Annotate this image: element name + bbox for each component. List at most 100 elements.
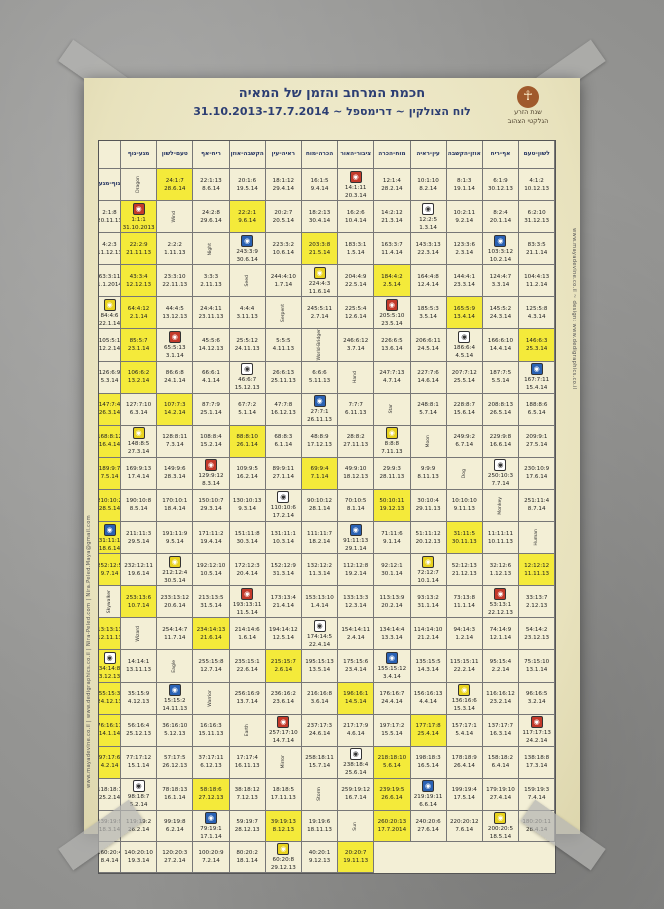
kin-number: 72:12:7 [417, 569, 439, 576]
day-cell: 191:11:9 9.5.14 [157, 522, 194, 555]
date-value: 21.6.14 [200, 634, 222, 641]
day-cell: 100:20:9 7.2.14 [193, 841, 230, 873]
glyph-icon: ◉ [241, 587, 254, 600]
kin-number: 245:5:11 [306, 305, 333, 312]
date-value: 3.6.14 [310, 699, 329, 706]
day-cell: 138:18:8 17.3.14 [519, 746, 556, 779]
day-cell: 95:15:4 2.2.14 [482, 650, 520, 683]
kin-number: 96:16:5 [525, 691, 548, 698]
date-value: 10.7.14 [127, 602, 150, 609]
day-cell: 230:10:9 17.6.14 [519, 457, 556, 490]
kin-number: 44:4:5 [165, 305, 184, 312]
date-value: 24.5.14 [417, 346, 439, 353]
day-cell: 227:7:6 14.6.14 [410, 361, 447, 394]
kin-number: 12:12:12 [524, 562, 550, 569]
day-cell: 235:15:1 22.6.14 [229, 650, 266, 683]
date-value: 14.12.13 [198, 346, 224, 353]
kin-number: 4:2:3 [102, 241, 117, 248]
day-cell: 16:2:6 10.4.14 [338, 201, 375, 234]
day-cell: ◉ 219:19:11 6.6.14 [410, 778, 447, 811]
date-value: 16.3.14 [489, 731, 512, 738]
day-cell: ◉ 1:1:1 31.10.2013 [121, 201, 158, 234]
date-value: 20.2.14 [381, 602, 403, 609]
date-value: 6.4.14 [491, 763, 510, 770]
date-value: 2.2.14 [491, 666, 510, 673]
kin-number: 66:6:1 [201, 370, 220, 377]
day-cell: ◉ 250:10:3 7.7.14 [482, 457, 520, 490]
date-value: 15.2.14 [200, 442, 222, 449]
day-cell: 51:11:12 20.12.13 [410, 522, 447, 555]
date-value: 23.1.14 [127, 346, 150, 353]
row-label-text: Earth [244, 723, 250, 737]
kin-number: 250:10:3 [487, 473, 514, 480]
day-cell: ◉ 205:5:10 23.5.14 [374, 297, 411, 330]
kin-number: 130:10:13 [232, 498, 262, 505]
day-cell: 187:7:5 5.5.14 [482, 361, 520, 394]
day-cell: 38:18:12 7.12.13 [229, 778, 266, 811]
day-cell: 19:19:6 18.11.13 [301, 810, 339, 842]
kin-number: 213:13:5 [198, 594, 224, 601]
day-cell: 216:16:8 3.6.14 [301, 682, 339, 715]
date-value: 23.6.14 [272, 699, 295, 706]
date-value: 10.4.14 [345, 217, 367, 224]
day-cell: 170:10:1 18.4.14 [157, 489, 194, 523]
date-value: 24.6.14 [308, 731, 331, 738]
day-cell: 215:15:7 2.6.14 [265, 650, 302, 683]
date-value: 20.12.13 [415, 538, 441, 545]
kin-number: 136:16:6 [451, 698, 477, 705]
date-value: 26.1.14 [236, 442, 258, 449]
kin-number: 48:8:9 [310, 434, 329, 441]
date-value: 1.7.14 [274, 281, 293, 288]
kin-number: 35:15:9 [127, 691, 150, 698]
day-cell: ◉ 84:4:6 22.1.14 [99, 297, 121, 330]
date-value: 19.1.14 [453, 185, 475, 192]
day-cell: 22:1:13 8.6.14 [193, 169, 230, 202]
kin-number: 7:7:7 [348, 402, 363, 409]
kin-number: 207:7:12 [451, 370, 477, 377]
date-value: 3.2.14 [527, 699, 546, 706]
day-cell: 211:11:3 29.5.14 [121, 522, 158, 555]
kin-number: 185:5:3 [417, 305, 439, 312]
date-value: 5.3.14 [100, 378, 119, 385]
kin-number: 29:9:3 [382, 466, 401, 473]
kin-number: 24:2:8 [201, 209, 220, 216]
kin-number: 191:11:9 [162, 530, 188, 537]
kin-number: 163:3:7 [381, 241, 403, 248]
date-value: 8.6.14 [202, 185, 220, 192]
kin-number: 149:9:6 [163, 466, 186, 473]
date-value: 3.7.14 [346, 346, 365, 353]
day-cell: 64:4:12 2.1.14 [121, 297, 158, 330]
kin-number: 238:18:4 [343, 762, 369, 769]
day-cell: 10:10:10 9.11.13 [446, 489, 483, 523]
date-value: 30.5.14 [164, 577, 186, 584]
row-label: Storm [301, 778, 339, 811]
kin-number: 147:7:4 [99, 402, 121, 409]
day-cell: 254:14:7 11.7.14 [157, 618, 194, 651]
date-value: 8.3.14 [202, 481, 220, 488]
day-cell: 111:11:7 18.2.14 [301, 522, 339, 555]
day-cell: 210:10:228.5.14 [99, 489, 121, 523]
day-cell: 86:6:8 24.1.14 [157, 361, 194, 394]
date-value: 2.1.14 [129, 313, 148, 320]
date-value: 4.7.14 [383, 378, 401, 385]
day-cell: 233:13:12 20.6.14 [157, 586, 194, 619]
date-value: 24.2.14 [525, 738, 548, 745]
kin-number: 170:10:1 [162, 498, 188, 505]
kin-number: 40:20:1 [308, 849, 331, 856]
date-value: 26.11.13 [307, 417, 332, 424]
column-header: מגע-גוף [121, 141, 158, 169]
day-cell: 123:3:6 2.3.14 [446, 233, 483, 266]
glyph-icon: ◉ [132, 780, 145, 793]
glyph-icon: ◉ [277, 491, 290, 504]
date-value: 30.12.13 [488, 185, 513, 192]
date-value: 31.3.14 [272, 570, 295, 577]
date-value: 26.3.14 [99, 410, 121, 417]
day-cell: 5:5:5 4.11.13 [265, 329, 302, 362]
day-cell: 256:16:9 13.7.14 [229, 682, 266, 715]
date-value: 30.4.14 [308, 217, 331, 224]
date-value: 9.5.14 [165, 538, 184, 545]
kin-number: 33:13:7 [525, 594, 548, 601]
day-cell: 228:8:7 15.6.14 [446, 393, 483, 426]
kin-number: 240:20:6 [415, 818, 441, 825]
day-cell: 137:17:7 16.3.14 [482, 714, 520, 747]
